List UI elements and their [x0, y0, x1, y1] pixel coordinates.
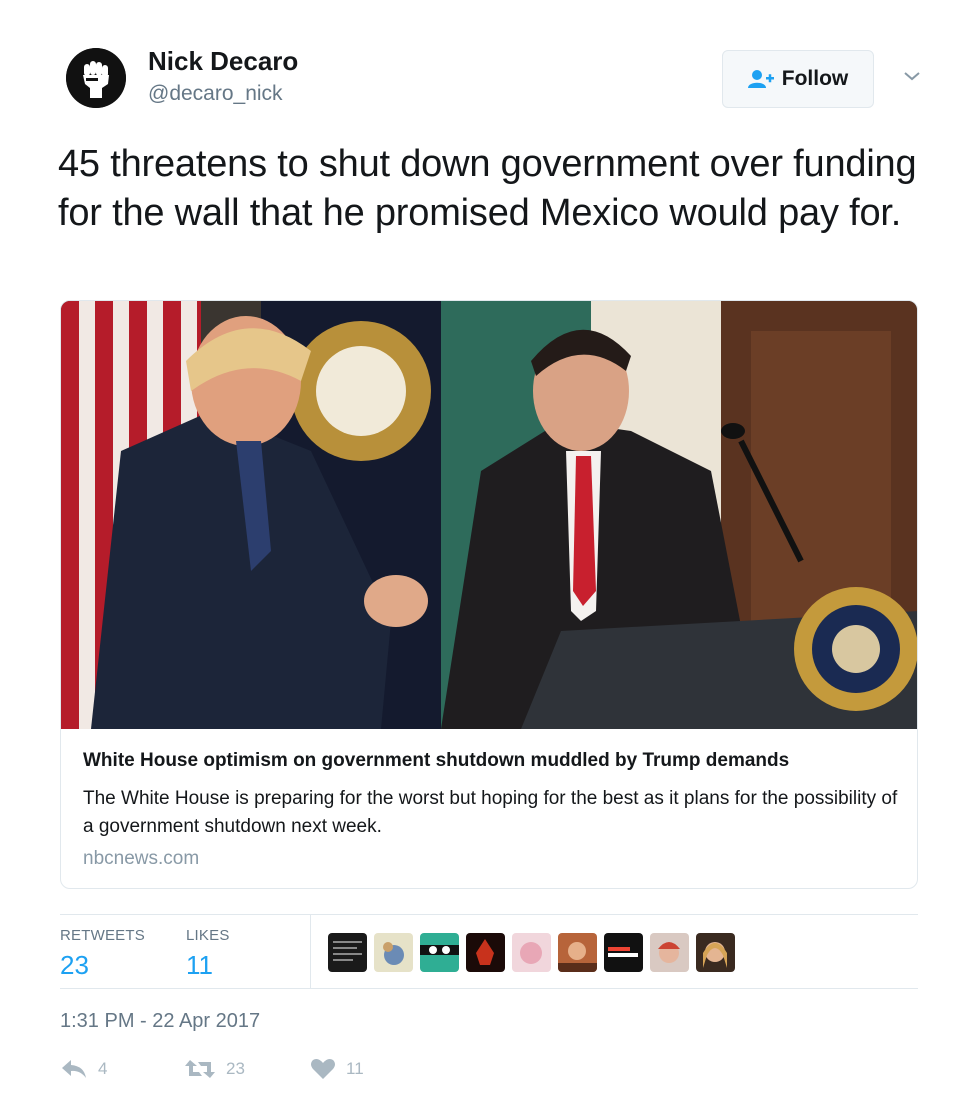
retweet-button[interactable]: 23	[184, 1058, 245, 1080]
liker-avatar[interactable]	[512, 933, 551, 972]
user-name[interactable]: Nick Decaro	[148, 46, 298, 77]
stats-divider	[310, 915, 311, 989]
retweets-count: 23	[60, 950, 89, 980]
liker-avatar[interactable]	[650, 933, 689, 972]
chevron-down-icon[interactable]	[902, 66, 922, 86]
liker-avatar[interactable]	[420, 933, 459, 972]
liker-avatar[interactable]	[374, 933, 413, 972]
liker-avatars	[328, 933, 735, 972]
action-bar: 4 23 11	[60, 1058, 460, 1088]
liker-avatar[interactable]	[466, 933, 505, 972]
follow-button[interactable]: Follow	[722, 50, 874, 108]
reply-count: 4	[98, 1059, 108, 1078]
raised-fist-icon	[66, 48, 126, 108]
card-image	[61, 301, 917, 729]
like-count: 11	[346, 1059, 364, 1078]
card-description: The White House is preparing for the wor…	[83, 788, 898, 837]
like-button[interactable]: 11	[310, 1058, 364, 1080]
avatar[interactable]	[66, 48, 126, 108]
reply-icon	[62, 1060, 86, 1078]
card-title[interactable]: White House optimism on government shutd…	[83, 750, 789, 772]
heart-icon	[311, 1059, 335, 1079]
tweet-header: Nick Decaro @decaro_nick Follow	[66, 46, 926, 110]
liker-avatar[interactable]	[328, 933, 367, 972]
liker-avatar[interactable]	[604, 933, 643, 972]
likes-stat[interactable]: LIKES 11	[186, 927, 230, 981]
card-domain: nbcnews.com	[83, 848, 200, 869]
retweets-stat[interactable]: RETWEETS 23	[60, 927, 145, 981]
liker-avatar[interactable]	[696, 933, 735, 972]
likes-label: LIKES	[186, 927, 230, 944]
link-card[interactable]: White House optimism on government shutd…	[60, 300, 918, 889]
tweet-text: 45 threatens to shut down government ove…	[58, 143, 917, 234]
tweet-timestamp[interactable]: 1:31 PM - 22 Apr 2017	[60, 1010, 260, 1033]
follow-button-label: Follow	[781, 67, 849, 90]
stats-row: RETWEETS 23 LIKES 11	[60, 914, 918, 989]
likes-count: 11	[186, 950, 213, 980]
reply-button[interactable]: 4	[60, 1058, 107, 1080]
user-handle[interactable]: @decaro_nick	[148, 82, 283, 106]
retweet-icon	[185, 1060, 215, 1078]
retweets-label: RETWEETS	[60, 927, 145, 944]
retweet-count: 23	[226, 1059, 245, 1078]
add-user-icon	[747, 70, 774, 88]
liker-avatar[interactable]	[558, 933, 597, 972]
